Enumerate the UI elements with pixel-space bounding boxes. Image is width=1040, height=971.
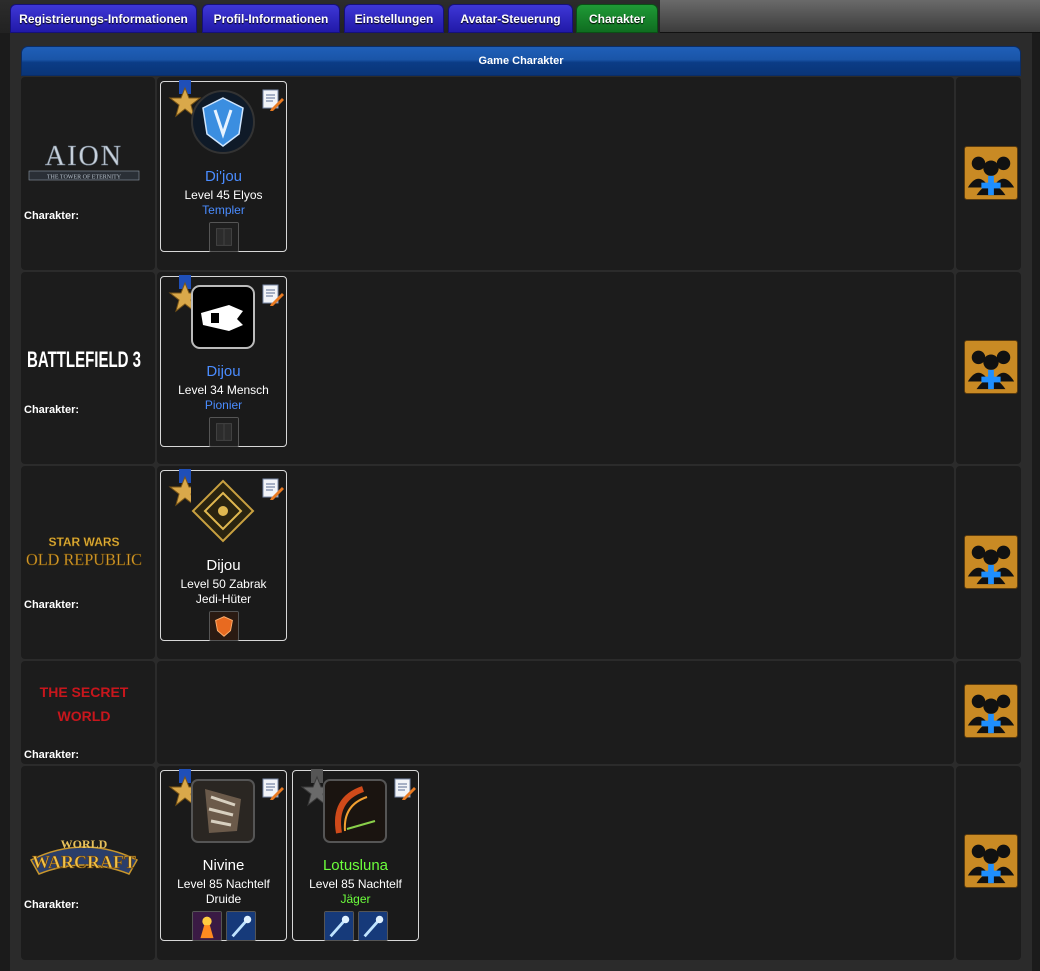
restoration-spec-icon — [225, 911, 256, 941]
charakter-label: Charakter: — [24, 599, 80, 611]
aion-logo-title: AION — [45, 141, 123, 172]
tab-einstellungen[interactable]: Einstellungen — [344, 4, 444, 33]
game-cell: BATTLEFIELD 3 Charakter: — [21, 272, 155, 464]
character-card[interactable]: Dijou Level 34 Mensch Pionier — [160, 275, 287, 447]
charakter-label: Charakter: — [24, 404, 80, 416]
edit-icon[interactable] — [261, 777, 285, 801]
add-cell — [956, 466, 1021, 659]
edit-icon[interactable] — [393, 777, 417, 801]
character-class: Templer — [202, 203, 245, 217]
spec-blue-icon — [323, 911, 354, 941]
add-character-button[interactable] — [964, 535, 1018, 589]
character-class: Druide — [205, 892, 242, 906]
pionier-wrench-avatar — [191, 285, 255, 349]
character-level: Level 85 Nachtelf — [177, 877, 270, 891]
characters-cell: Di'jou Level 45 Elyos Templer — [157, 77, 954, 270]
character-name: Di'jou — [204, 168, 243, 185]
spec-blue-icon — [357, 911, 388, 941]
game-cell: WORLD WARCRAFT Charakter: — [21, 766, 155, 960]
game-cell: THE SECRET WORLD Charakter: — [21, 661, 155, 764]
character-name: Dijou — [206, 363, 241, 380]
character-class: Jedi-Hüter — [195, 592, 252, 606]
game-row-swtor: STAR WARS OLD REPUBLIC Charakter: Dijou … — [21, 466, 1021, 659]
wow-logo-sub: WARCRAFT — [32, 852, 136, 872]
add-cell — [956, 77, 1021, 270]
charakter-label: Charakter: — [24, 210, 80, 222]
game-cell: AION THE TOWER OF ETERNITY Charakter: — [21, 77, 155, 270]
game-row-wow: WORLD WARCRAFT Charakter: Nivine Level 8… — [21, 766, 1021, 960]
swtor-logo-title: STAR WARS — [48, 535, 119, 549]
add-character-button[interactable] — [964, 146, 1018, 200]
game-cell: STAR WARS OLD REPUBLIC Charakter: — [21, 466, 155, 659]
character-level: Level 50 Zabrak — [180, 577, 267, 591]
character-card[interactable]: Di'jou Level 45 Elyos Templer — [160, 80, 287, 252]
character-class: Pionier — [204, 398, 243, 412]
shield-spec-icon — [208, 611, 239, 641]
character-card[interactable]: Nivine Level 85 Nachtelf Druide — [160, 769, 287, 941]
character-level: Level 45 Elyos — [184, 188, 263, 202]
game-row-aion: AION THE TOWER OF ETERNITY Charakter: Di… — [21, 77, 1021, 270]
swtor-logo: STAR WARS OLD REPUBLIC — [25, 532, 143, 579]
tab-bar: Registrierungs-Informationen Profil-Info… — [0, 0, 1040, 33]
character-level: Level 85 Nachtelf — [309, 877, 402, 891]
edit-icon[interactable] — [261, 477, 285, 501]
secret-world-logo-sub: WORLD — [58, 708, 111, 724]
aion-logo: AION THE TOWER OF ETERNITY — [25, 139, 143, 192]
battlefield3-logo: BATTLEFIELD 3 — [25, 344, 143, 379]
character-name: Dijou — [206, 557, 241, 574]
game-row-battlefield3: BATTLEFIELD 3 Charakter: Dijou Level 34 … — [21, 272, 1021, 464]
character-level: Level 34 Mensch — [178, 383, 269, 397]
character-name: Nivine — [202, 857, 245, 874]
characters-cell: Dijou Level 50 Zabrak Jedi-Hüter — [157, 466, 954, 659]
wow-logo-title: WORLD — [61, 837, 108, 851]
game-row-secret-world: THE SECRET WORLD Charakter: — [21, 661, 1021, 764]
spec-icons — [161, 417, 286, 447]
tab-charakter[interactable]: Charakter — [576, 4, 658, 33]
characters-cell: Nivine Level 85 Nachtelf Druide Lotuslun… — [157, 766, 954, 960]
spec-icons — [161, 911, 286, 941]
tab-registrierungs-informationen[interactable]: Registrierungs-Informationen — [10, 4, 197, 33]
tab-avatar-steuerung[interactable]: Avatar-Steuerung — [448, 4, 573, 33]
section-header: Game Charakter — [21, 46, 1021, 76]
character-class: Jäger — [340, 892, 371, 906]
charakter-label: Charakter: — [24, 899, 80, 911]
edit-icon[interactable] — [261, 283, 285, 307]
druid-portrait-avatar — [191, 779, 255, 843]
section-title: Game Charakter — [478, 55, 564, 67]
add-character-button[interactable] — [964, 684, 1018, 738]
jedi-emblem-avatar — [191, 479, 255, 543]
add-cell — [956, 766, 1021, 960]
add-character-button[interactable] — [964, 834, 1018, 888]
tab-bar-filler — [660, 0, 1040, 33]
characters-cell — [157, 661, 954, 764]
edit-icon[interactable] — [261, 88, 285, 112]
secret-world-logo: THE SECRET WORLD — [25, 681, 143, 732]
swtor-logo-sub: OLD REPUBLIC — [26, 550, 142, 569]
hunter-portrait-avatar — [323, 779, 387, 843]
add-cell — [956, 661, 1021, 764]
balance-spec-icon — [191, 911, 222, 941]
add-character-button[interactable] — [964, 340, 1018, 394]
wow-logo: WORLD WARCRAFT — [25, 830, 143, 883]
character-card[interactable]: Lotusluna Level 85 Nachtelf Jäger — [292, 769, 419, 941]
spec-icons — [161, 611, 286, 641]
secret-world-logo-title: THE SECRET — [40, 684, 129, 700]
tab-profil-informationen[interactable]: Profil-Informationen — [202, 4, 340, 33]
aion-logo-sub: THE TOWER OF ETERNITY — [47, 175, 122, 181]
spec-icons — [161, 222, 286, 252]
character-name: Lotusluna — [322, 857, 389, 874]
elyos-emblem-avatar — [191, 90, 255, 154]
battlefield3-logo-title: BATTLEFIELD 3 — [27, 347, 141, 372]
add-cell — [956, 272, 1021, 464]
character-card[interactable]: Dijou Level 50 Zabrak Jedi-Hüter — [160, 469, 287, 641]
spec-placeholder-icon — [208, 417, 239, 447]
charakter-label: Charakter: — [24, 749, 80, 761]
spec-icons — [293, 911, 418, 941]
spec-placeholder-icon — [208, 222, 239, 252]
characters-cell: Dijou Level 34 Mensch Pionier — [157, 272, 954, 464]
